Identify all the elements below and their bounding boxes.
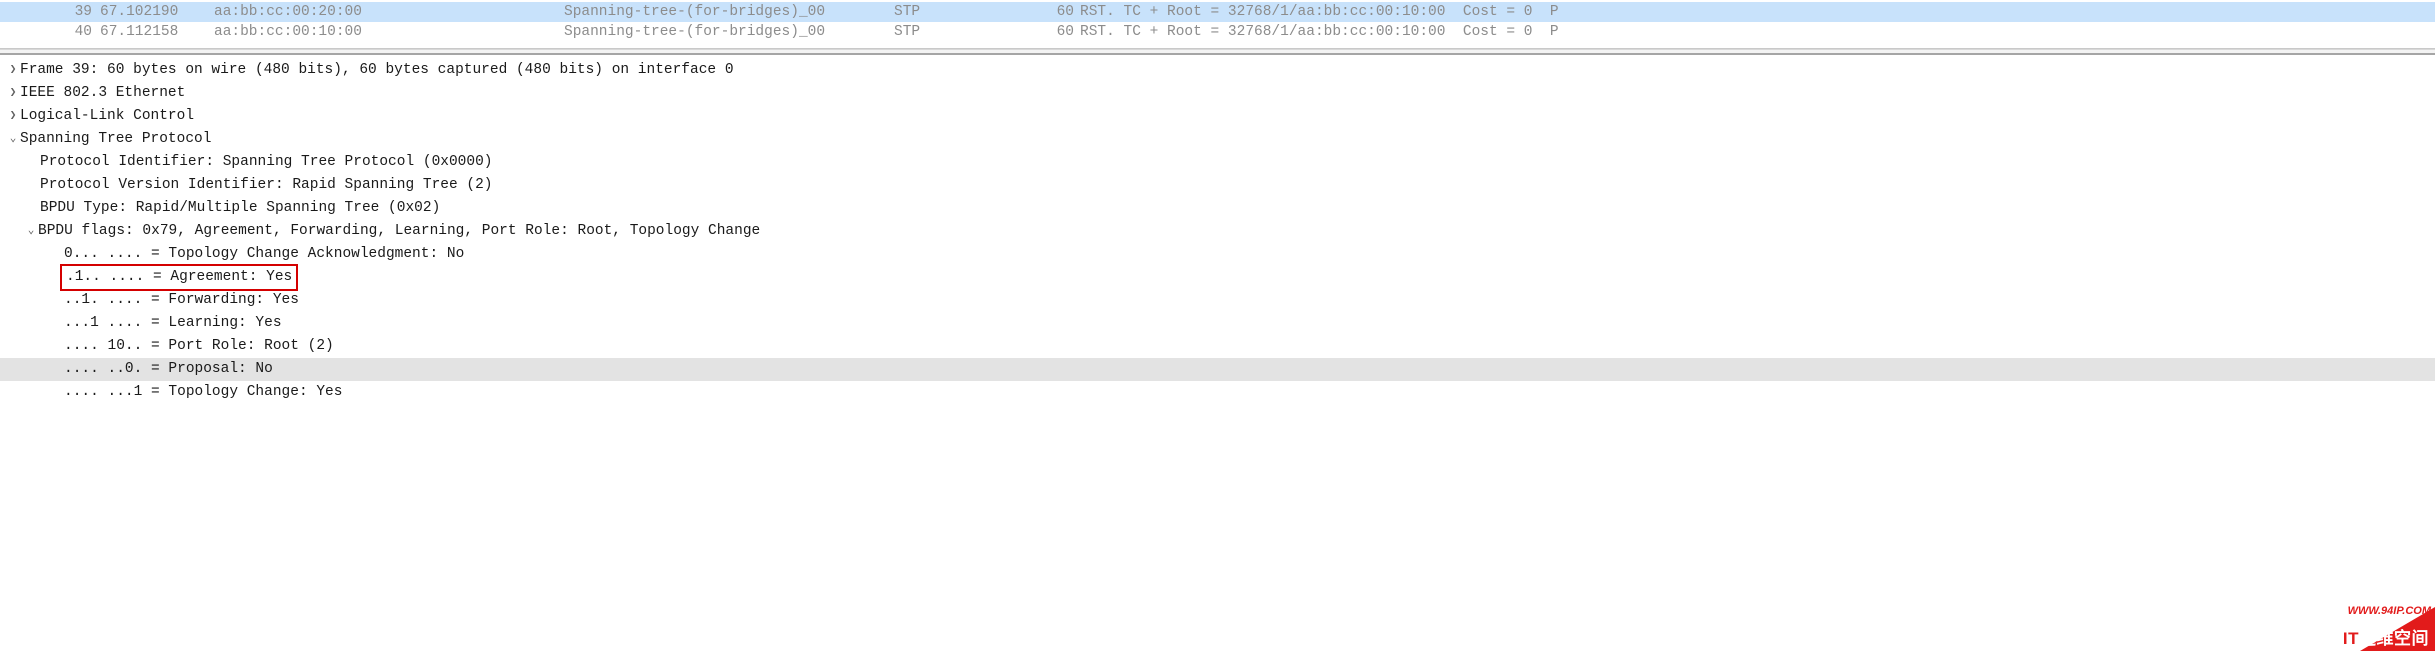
watermark-text-red: IT — [2343, 629, 2359, 648]
packet-dest: Spanning-tree-(for-bridges)_00 — [564, 2, 894, 22]
tree-label: Spanning Tree Protocol — [20, 128, 211, 151]
tree-item-protocol-identifier[interactable]: Protocol Identifier: Spanning Tree Proto… — [0, 151, 2435, 174]
packet-info: RST. TC + Root = 32768/1/aa:bb:cc:00:10:… — [1074, 2, 2435, 22]
tree-label: Protocol Identifier: Spanning Tree Proto… — [40, 151, 492, 174]
tree-item-protocol-version[interactable]: Protocol Version Identifier: Rapid Spann… — [0, 174, 2435, 197]
highlighted-field: .1.. .... = Agreement: Yes — [60, 264, 298, 291]
tree-label: .... ..0. = Proposal: No — [64, 358, 273, 381]
tree-item-bpdu-type[interactable]: BPDU Type: Rapid/Multiple Spanning Tree … — [0, 197, 2435, 220]
watermark-url: WWW.94IP.COM — [2348, 605, 2431, 617]
tree-label: ...1 .... = Learning: Yes — [64, 312, 282, 335]
tree-label: .... ...1 = Topology Change: Yes — [64, 381, 342, 404]
packet-time: 67.112158 — [100, 22, 214, 42]
packet-no: 39 — [0, 2, 100, 22]
tree-item-flag-tca[interactable]: 0... .... = Topology Change Acknowledgme… — [0, 243, 2435, 266]
tree-item-flag-proposal[interactable]: .... ..0. = Proposal: No — [0, 358, 2435, 381]
watermark-text: IT运维空间 — [2343, 624, 2429, 649]
packet-source: aa:bb:cc:00:10:00 — [214, 22, 564, 42]
tree-item-flag-topology-change[interactable]: .... ...1 = Topology Change: Yes — [0, 381, 2435, 404]
chevron-down-icon: ⌄ — [6, 128, 20, 151]
packet-dest: Spanning-tree-(for-bridges)_00 — [564, 22, 894, 42]
packet-length: 60 — [1034, 2, 1074, 22]
packet-info: RST. TC + Root = 32768/1/aa:bb:cc:00:10:… — [1074, 22, 2435, 42]
packet-details-pane: ❯ Frame 39: 60 bytes on wire (480 bits),… — [0, 55, 2435, 404]
tree-item-flag-forwarding[interactable]: ..1. .... = Forwarding: Yes — [0, 289, 2435, 312]
tree-item-flag-learning[interactable]: ...1 .... = Learning: Yes — [0, 312, 2435, 335]
tree-label: ..1. .... = Forwarding: Yes — [64, 289, 299, 312]
tree-item-flag-port-role[interactable]: .... 10.. = Port Role: Root (2) — [0, 335, 2435, 358]
packet-list-pane: 39 67.102190 aa:bb:cc:00:20:00 Spanning-… — [0, 0, 2435, 49]
tree-label: Protocol Version Identifier: Rapid Spann… — [40, 174, 492, 197]
tree-label: Logical-Link Control — [20, 105, 194, 128]
watermark-triangle — [2360, 607, 2435, 651]
tree-item-ethernet[interactable]: ❯ IEEE 802.3 Ethernet — [0, 82, 2435, 105]
watermark: WWW.94IP.COM IT运维空间 — [2245, 607, 2435, 651]
tree-label: BPDU flags: 0x79, Agreement, Forwarding,… — [38, 220, 760, 243]
chevron-down-icon: ⌄ — [24, 220, 38, 243]
packet-no: 40 — [0, 22, 100, 42]
tree-label: IEEE 802.3 Ethernet — [20, 82, 185, 105]
chevron-right-icon: ❯ — [6, 59, 20, 82]
tree-item-frame[interactable]: ❯ Frame 39: 60 bytes on wire (480 bits),… — [0, 59, 2435, 82]
packet-protocol: STP — [894, 2, 1034, 22]
tree-item-flag-agreement[interactable]: .1.. .... = Agreement: Yes — [0, 266, 2435, 289]
chevron-right-icon: ❯ — [6, 82, 20, 105]
tree-item-llc[interactable]: ❯ Logical-Link Control — [0, 105, 2435, 128]
tree-label: BPDU Type: Rapid/Multiple Spanning Tree … — [40, 197, 440, 220]
packet-row[interactable]: 39 67.102190 aa:bb:cc:00:20:00 Spanning-… — [0, 2, 2435, 22]
tree-label: .... 10.. = Port Role: Root (2) — [64, 335, 334, 358]
packet-time: 67.102190 — [100, 2, 214, 22]
tree-label: 0... .... = Topology Change Acknowledgme… — [64, 243, 464, 266]
chevron-right-icon: ❯ — [6, 105, 20, 128]
tree-item-stp[interactable]: ⌄ Spanning Tree Protocol — [0, 128, 2435, 151]
packet-length: 60 — [1034, 22, 1074, 42]
watermark-text-white: 运维空间 — [2359, 629, 2429, 648]
tree-label: Frame 39: 60 bytes on wire (480 bits), 6… — [20, 59, 734, 82]
tree-item-bpdu-flags[interactable]: ⌄ BPDU flags: 0x79, Agreement, Forwardin… — [0, 220, 2435, 243]
packet-protocol: STP — [894, 22, 1034, 42]
packet-source: aa:bb:cc:00:20:00 — [214, 2, 564, 22]
packet-row[interactable]: 40 67.112158 aa:bb:cc:00:10:00 Spanning-… — [0, 22, 2435, 42]
